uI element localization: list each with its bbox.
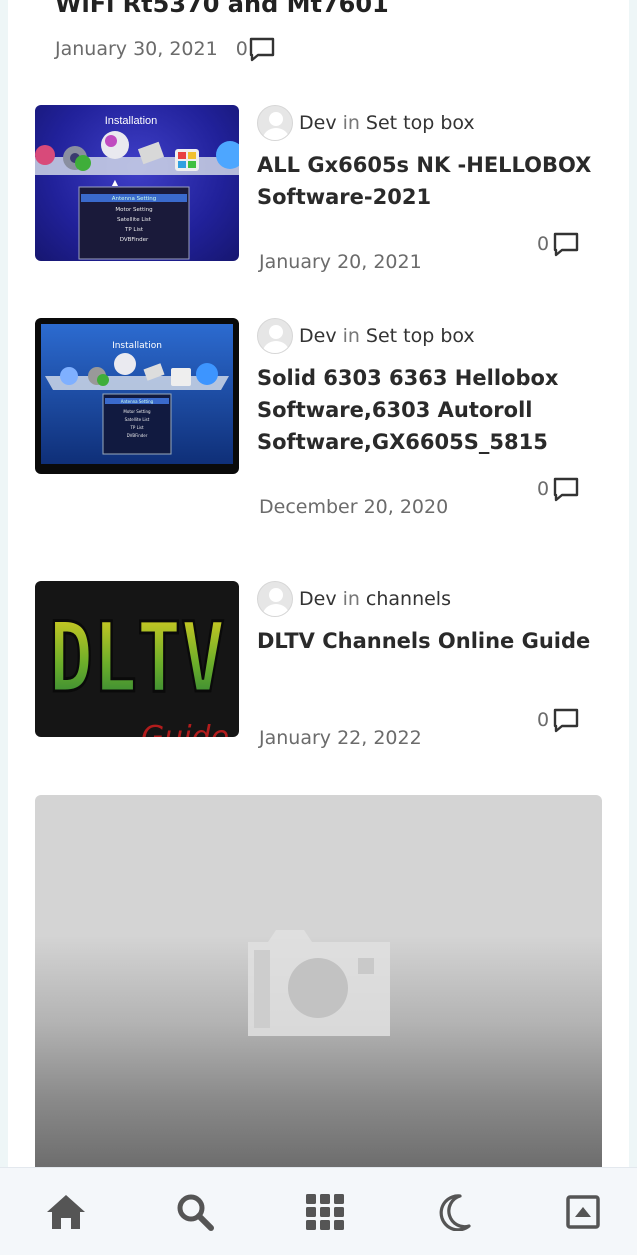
comment-count-value: 0 xyxy=(537,478,550,500)
thumb-caption: Installation xyxy=(105,115,158,127)
post-title[interactable]: DLTV Channels Online Guide xyxy=(257,625,597,657)
home-button[interactable] xyxy=(42,1188,90,1236)
home-icon xyxy=(47,1194,85,1229)
category-link[interactable]: Set top box xyxy=(366,112,475,134)
author-line: Dev in Set top box xyxy=(257,318,597,354)
installation-menu-image: Installation ▲ Antenna Setting Motor Set… xyxy=(35,115,239,260)
comment-count[interactable]: 0 xyxy=(537,707,580,733)
in-label: in xyxy=(342,112,360,134)
comment-icon xyxy=(553,708,579,733)
list-item: Installation ▲ Antenna Setting Motor Set… xyxy=(35,105,605,285)
thumb-caption: Installation xyxy=(112,341,162,351)
comment-icon xyxy=(249,37,274,62)
list-item: Installation Antenna Setting Motor Setti… xyxy=(35,318,605,528)
category-link[interactable]: channels xyxy=(366,588,451,610)
menu-item: Satellite List xyxy=(125,417,150,422)
post-info: Dev in Set top box Solid 6303 6363 Hello… xyxy=(257,318,597,458)
author-line: Dev in Set top box xyxy=(257,105,597,141)
moon-icon xyxy=(439,1193,471,1231)
search-icon xyxy=(177,1194,215,1231)
menu-item: DVBFinder xyxy=(127,433,148,438)
post-date: January 20, 2021 xyxy=(259,251,422,273)
grid-icon xyxy=(305,1193,344,1230)
post-date: December 20, 2020 xyxy=(259,496,449,518)
comment-icon xyxy=(553,232,579,257)
menu-item: TP List xyxy=(129,425,144,430)
dltv-logo-image: DLTV Guide xyxy=(48,601,230,738)
comment-count[interactable]: 0 xyxy=(236,36,276,62)
menu-item: Motor Setting xyxy=(123,409,151,414)
post-title[interactable]: ALL Gx6605s NK -HELLOBOX Software-2021 xyxy=(257,149,597,213)
camera-icon xyxy=(248,930,390,1036)
post-title[interactable]: Solid 6303 6363 Hellobox Software,6303 A… xyxy=(257,362,597,458)
post-info: Dev in Set top box ALL Gx6605s NK -HELLO… xyxy=(257,105,597,213)
post-meta: January 30, 2021 0 xyxy=(55,36,276,62)
author-name[interactable]: Dev xyxy=(299,112,337,134)
comment-count-value: 0 xyxy=(537,233,550,255)
author-line: Dev in channels xyxy=(257,581,597,617)
avatar[interactable] xyxy=(257,318,293,354)
avatar[interactable] xyxy=(257,581,293,617)
bottom-navigation xyxy=(0,1167,637,1255)
featured-image-placeholder[interactable] xyxy=(35,795,602,1175)
installation-menu-image: Installation Antenna Setting Motor Setti… xyxy=(41,324,233,464)
guide-text: Guide xyxy=(141,720,229,737)
dark-mode-toggle[interactable] xyxy=(430,1188,478,1236)
author-name[interactable]: Dev xyxy=(299,325,337,347)
comment-count-value: 0 xyxy=(537,709,550,731)
menu-item: TP List xyxy=(124,227,144,233)
post-thumbnail[interactable]: Installation ▲ Antenna Setting Motor Set… xyxy=(35,105,239,261)
post-info: Dev in channels DLTV Channels Online Gui… xyxy=(257,581,597,657)
list-item: DLTV Guide Dev in channels DLTV Channels… xyxy=(35,581,605,761)
author-name[interactable]: Dev xyxy=(299,588,337,610)
comment-count[interactable]: 0 xyxy=(537,231,580,257)
post-title[interactable]: WiFi Rt5370 and Mt7601 xyxy=(55,0,389,18)
comment-count-value: 0 xyxy=(235,38,248,60)
comment-count[interactable]: 0 xyxy=(537,476,580,502)
category-link[interactable]: Set top box xyxy=(366,325,475,347)
menu-item: Motor Setting xyxy=(115,207,152,213)
avatar[interactable] xyxy=(257,105,293,141)
arrow-up-box-icon xyxy=(566,1194,600,1229)
post-thumbnail[interactable]: DLTV Guide xyxy=(35,581,239,737)
menu-item: Satellite List xyxy=(117,217,152,223)
post-date: January 30, 2021 xyxy=(55,38,218,60)
search-button[interactable] xyxy=(171,1188,219,1236)
menu-item: DVBFinder xyxy=(120,237,149,243)
menu-item: Antenna Setting xyxy=(112,196,157,202)
scroll-to-top-button[interactable] xyxy=(559,1188,607,1236)
menu-item: Antenna Setting xyxy=(121,399,154,404)
svg-text:▲: ▲ xyxy=(112,178,119,187)
in-label: in xyxy=(342,325,360,347)
post-date: January 22, 2022 xyxy=(259,727,422,749)
post-thumbnail[interactable]: Installation Antenna Setting Motor Setti… xyxy=(35,318,239,474)
in-label: in xyxy=(342,588,360,610)
dltv-logo-text: DLTV xyxy=(49,602,225,714)
apps-button[interactable] xyxy=(301,1188,349,1236)
comment-icon xyxy=(553,477,579,502)
